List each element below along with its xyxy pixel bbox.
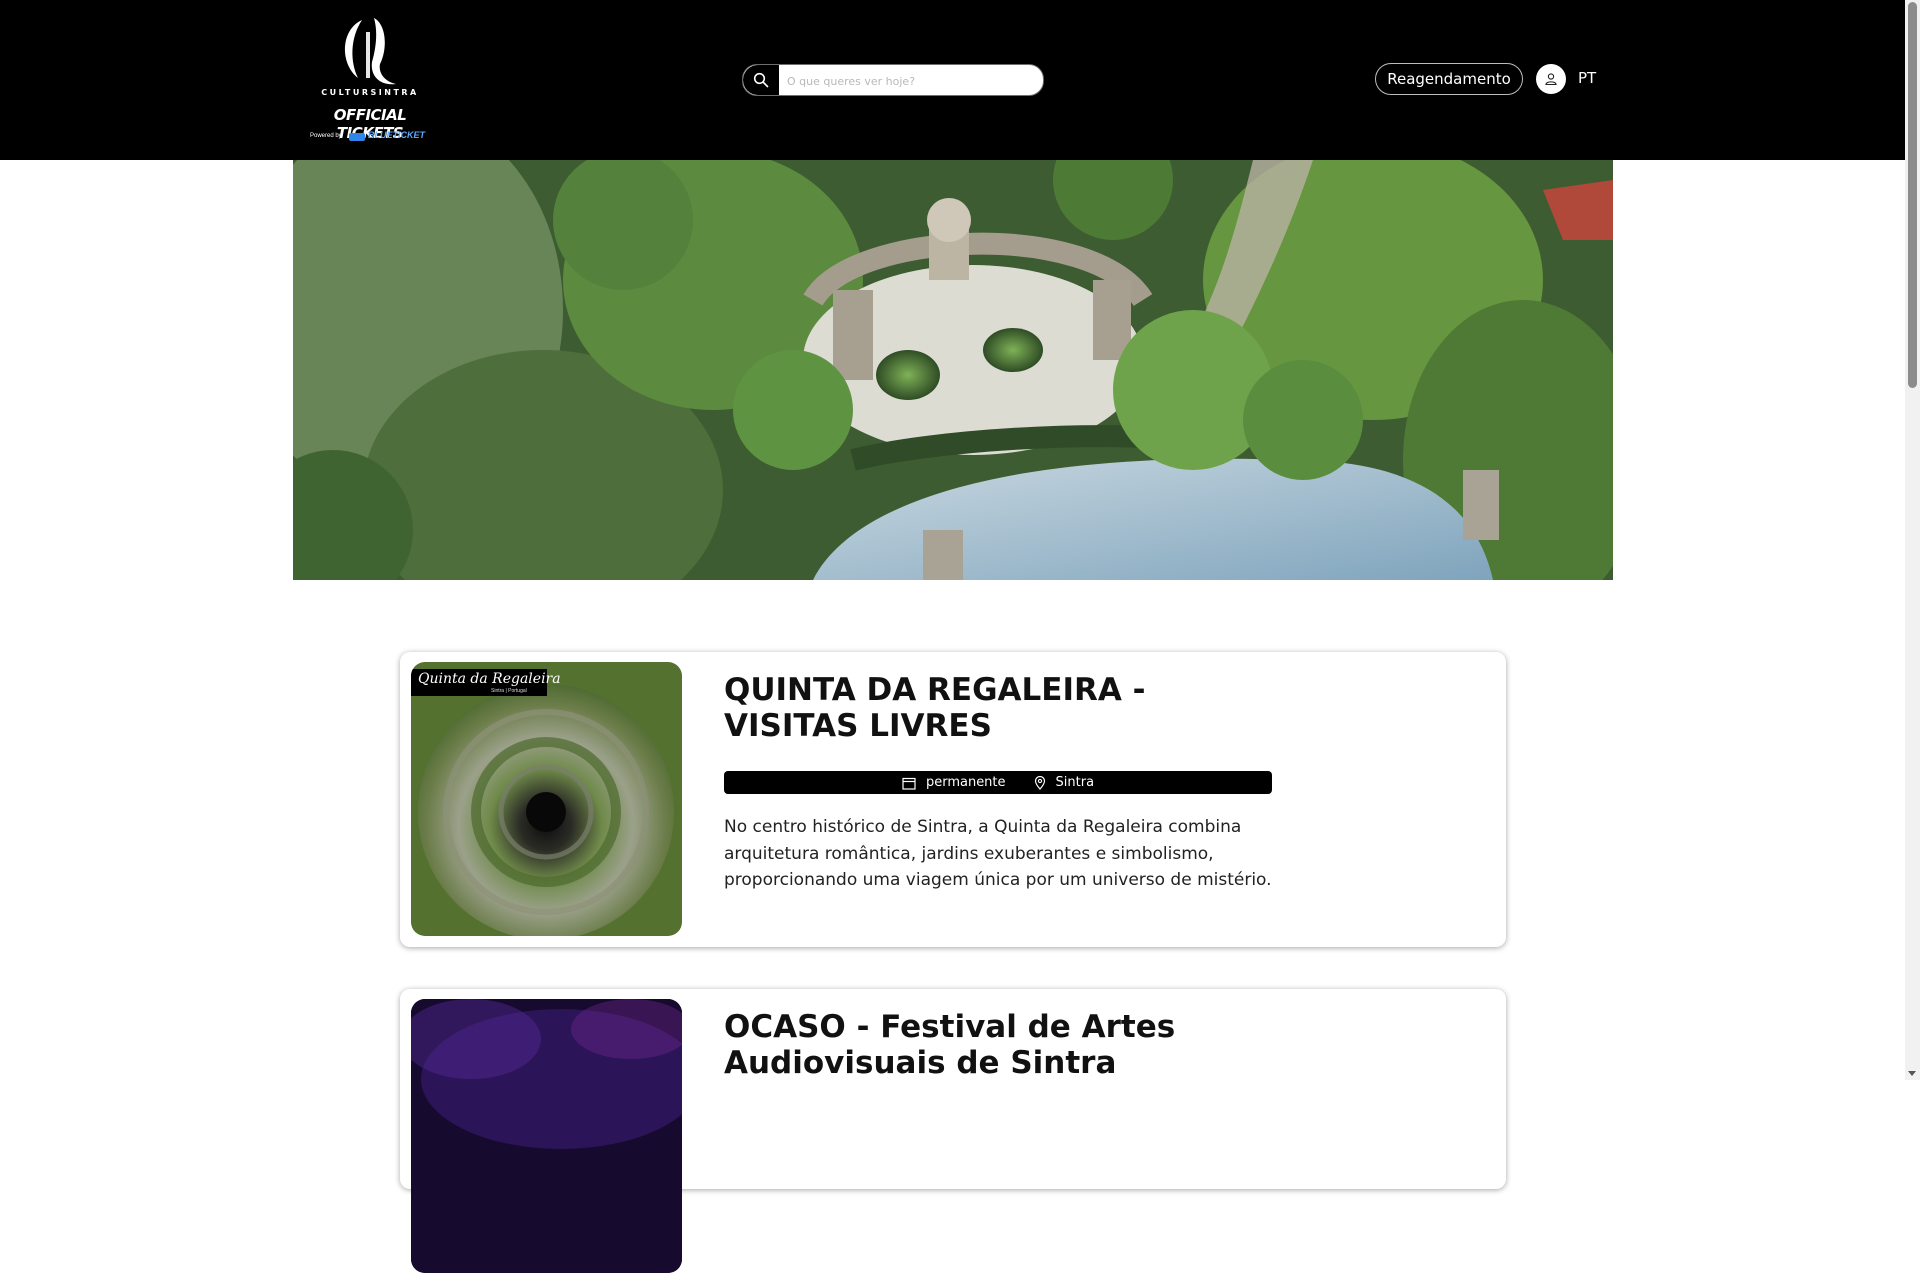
event-thumbnail[interactable]: Quinta da Regaleira Sintra | Portugal (411, 662, 682, 936)
cultursintra-logo[interactable]: CULTURSINTRA OFFICIAL TICKETS Powered by… (300, 12, 440, 148)
initiation-well-image (411, 662, 682, 936)
account-button[interactable] (1536, 64, 1566, 94)
event-title[interactable]: QUINTA DA REGALEIRA - VISITAS LIVRES (724, 672, 1284, 744)
event-card[interactable]: OCASO - Festival de Artes Audiovisuais d… (400, 989, 1506, 1273)
event-title[interactable]: OCASO - Festival de Artes Audiovisuais d… (724, 1009, 1284, 1081)
event-thumbnail[interactable] (411, 999, 682, 1273)
calendar-icon (902, 777, 916, 790)
event-location: Sintra (1055, 775, 1095, 790)
ocaso-festival-image (411, 999, 682, 1273)
language-selector[interactable]: PT (1578, 69, 1596, 87)
hero-aerial-illustration (293, 160, 1613, 580)
user-icon (1545, 73, 1557, 86)
search-button[interactable] (743, 65, 779, 95)
cultursintra-emblem-icon (344, 18, 396, 85)
search-bar (742, 64, 1044, 96)
location-pin-icon (1034, 775, 1045, 790)
logo-brand-text: CULTURSINTRA (321, 88, 419, 97)
reschedule-button[interactable]: Reagendamento (1375, 63, 1523, 95)
page-scrollbar[interactable] (1905, 0, 1920, 1080)
blueticket-mark-icon (349, 133, 365, 141)
thumbnail-label: Quinta da Regaleira Sintra | Portugal (411, 669, 561, 696)
search-input[interactable] (785, 65, 1039, 95)
logo-powered-by: Powered by (310, 133, 342, 139)
scrollbar-thumb[interactable] (1908, 2, 1917, 388)
site-header: CULTURSINTRA OFFICIAL TICKETS Powered by… (0, 0, 1905, 160)
event-info-bar: permanente Sintra (724, 771, 1272, 794)
thumbnail-title: Quinta da Regaleira (418, 671, 561, 687)
hero-banner-image (293, 160, 1613, 580)
event-description: No centro histórico de Sintra, a Quinta … (724, 817, 1272, 890)
thumbnail-subtitle: Sintra | Portugal (491, 688, 527, 694)
event-date: permanente (925, 775, 1006, 790)
search-icon (753, 72, 769, 88)
event-card[interactable]: Quinta da Regaleira Sintra | Portugal QU… (400, 652, 1506, 947)
scroll-down-arrow-icon[interactable] (1908, 1071, 1916, 1076)
logo-partner: BLUETICKET (368, 130, 425, 140)
